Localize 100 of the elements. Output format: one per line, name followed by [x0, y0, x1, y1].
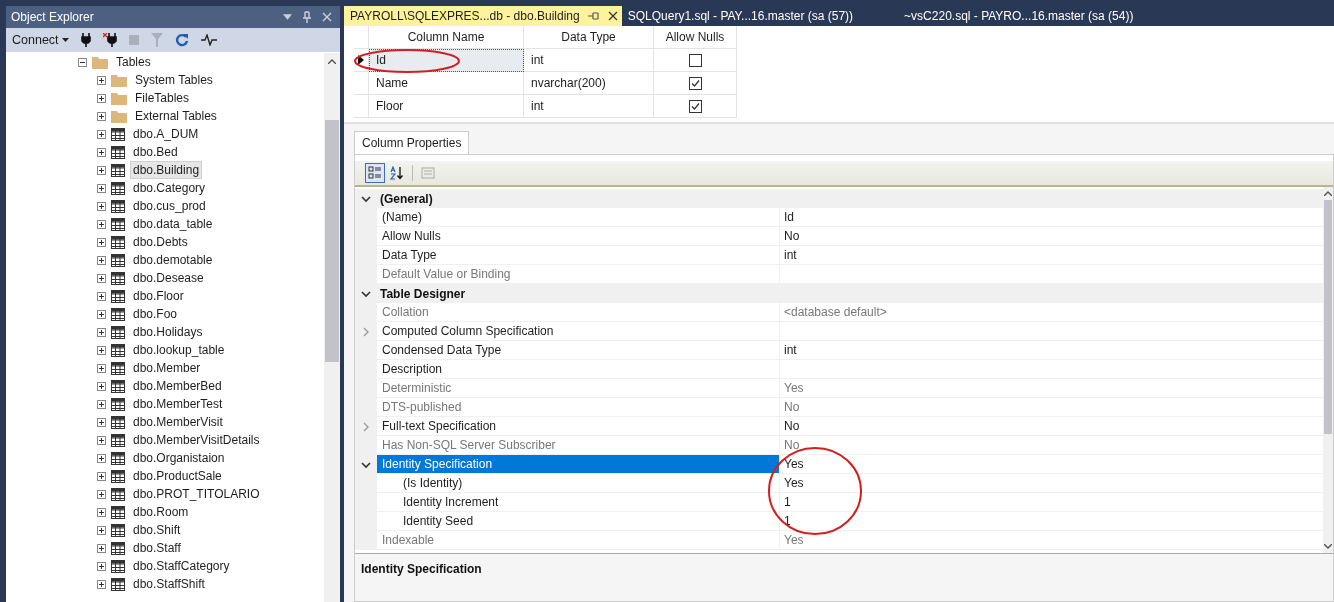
- table-cell[interactable]: int: [524, 95, 654, 118]
- expand-icon[interactable]: [97, 237, 106, 247]
- expand-icon[interactable]: [97, 183, 106, 193]
- property-name[interactable]: Description: [377, 360, 780, 379]
- tree-item[interactable]: System Tables: [132, 71, 216, 89]
- tree-item[interactable]: dbo.Bed: [130, 143, 181, 161]
- scroll-up-icon[interactable]: [1324, 191, 1332, 196]
- expand-icon[interactable]: [97, 219, 106, 229]
- chevron-down-icon[interactable]: [361, 193, 371, 204]
- tree-item[interactable]: dbo.Debts: [130, 233, 191, 251]
- expand-icon[interactable]: [97, 165, 106, 175]
- tree-item[interactable]: dbo.Foo: [130, 305, 181, 323]
- property-name[interactable]: (Is Identity): [377, 474, 780, 493]
- expand-icon[interactable]: [97, 345, 106, 355]
- expand-icon[interactable]: [97, 489, 106, 499]
- expand-icon[interactable]: [97, 543, 106, 553]
- dropdown-icon[interactable]: [283, 14, 292, 20]
- expand-icon[interactable]: [97, 435, 106, 445]
- tree-item[interactable]: dbo.MemberVisitDetails: [130, 431, 263, 449]
- column-properties-tab[interactable]: Column Properties: [354, 131, 470, 154]
- connect-button[interactable]: Connect: [12, 33, 69, 47]
- document-tab[interactable]: SQLQuery1.sql - PAY...16.master (sa (57)): [621, 6, 860, 26]
- expand-icon[interactable]: [97, 417, 106, 427]
- tree-item[interactable]: dbo.demotable: [130, 251, 216, 269]
- document-tab[interactable]: ~vsC220.sql - PAYRO...16.master (sa (54)): [859, 6, 1140, 26]
- property-name[interactable]: Allow Nulls: [377, 227, 780, 246]
- tree-item[interactable]: dbo.PROT_TITOLARIO: [130, 485, 263, 503]
- tree-item[interactable]: dbo.MemberBed: [130, 377, 225, 395]
- close-icon[interactable]: [607, 11, 618, 21]
- expand-icon[interactable]: [97, 561, 106, 571]
- pin-icon[interactable]: [587, 11, 600, 21]
- plug-icon[interactable]: [80, 33, 91, 47]
- expand-icon[interactable]: [97, 291, 106, 301]
- expand-icon[interactable]: [97, 471, 106, 481]
- collapse-icon[interactable]: [78, 57, 87, 67]
- scroll-up-icon[interactable]: [328, 59, 336, 64]
- expand-icon[interactable]: [97, 255, 106, 265]
- column-header[interactable]: Data Type: [524, 26, 654, 49]
- refresh-icon[interactable]: [174, 33, 189, 47]
- expand-icon[interactable]: [97, 381, 106, 391]
- tree-item[interactable]: dbo.Member: [130, 359, 204, 377]
- expand-icon[interactable]: [97, 111, 106, 121]
- tree-item[interactable]: dbo.Organistaion: [130, 449, 228, 467]
- expand-icon[interactable]: [97, 201, 106, 211]
- tree-item[interactable]: dbo.Building: [130, 161, 203, 179]
- expand-icon[interactable]: [97, 129, 106, 139]
- tree-item[interactable]: External Tables: [132, 107, 220, 125]
- property-name[interactable]: (Name): [377, 208, 780, 227]
- tree-item[interactable]: Tables: [113, 53, 154, 71]
- tree-item[interactable]: dbo.cus_prod: [130, 197, 209, 215]
- pulse-icon[interactable]: [200, 34, 217, 46]
- expand-icon[interactable]: [97, 147, 106, 157]
- table-cell[interactable]: nvarchar(200): [524, 72, 654, 95]
- checkbox[interactable]: [688, 99, 702, 113]
- table-cell[interactable]: int: [524, 49, 654, 72]
- expand-icon[interactable]: [97, 525, 106, 535]
- table-cell[interactable]: Name: [369, 72, 524, 95]
- caret-icon[interactable]: [61, 38, 69, 42]
- expand-icon[interactable]: [97, 399, 106, 409]
- scroll-down-icon[interactable]: [1324, 544, 1332, 549]
- tree-item[interactable]: dbo.Staff: [130, 539, 184, 557]
- chevron-down-icon[interactable]: [361, 288, 371, 299]
- expand-icon[interactable]: [97, 507, 106, 517]
- categorized-button[interactable]: [365, 163, 385, 183]
- expand-icon[interactable]: [97, 75, 106, 85]
- tree-item[interactable]: dbo.Desease: [130, 269, 207, 287]
- property-name[interactable]: Identity Seed: [377, 512, 780, 531]
- scrollbar[interactable]: [324, 53, 340, 602]
- tree-item[interactable]: dbo.Category: [130, 179, 209, 197]
- property-name[interactable]: Full-text Specification: [377, 417, 780, 436]
- tree-item[interactable]: dbo.Holidays: [130, 323, 206, 341]
- tree-item[interactable]: dbo.MemberTest: [130, 395, 226, 413]
- scrollbar[interactable]: [1323, 187, 1333, 553]
- expand-icon[interactable]: [97, 327, 106, 337]
- tree-item[interactable]: dbo.StaffShift: [130, 575, 208, 593]
- expand-icon[interactable]: [97, 93, 106, 103]
- tree-item[interactable]: dbo.data_table: [130, 215, 216, 233]
- disconnect-icon[interactable]: [102, 33, 117, 47]
- tree-item[interactable]: dbo.lookup_table: [130, 341, 228, 359]
- column-header[interactable]: Allow Nulls: [654, 26, 737, 49]
- table-cell[interactable]: Id: [369, 49, 524, 72]
- tree-item[interactable]: dbo.Room: [130, 503, 192, 521]
- expand-icon[interactable]: [97, 453, 106, 463]
- expand-icon[interactable]: [97, 309, 106, 319]
- checkbox[interactable]: [688, 76, 702, 90]
- property-name[interactable]: Data Type: [377, 246, 780, 265]
- tree-item[interactable]: dbo.StaffCategory: [130, 557, 233, 575]
- tree-item[interactable]: dbo.A_DUM: [130, 125, 202, 143]
- expand-icon[interactable]: [97, 579, 106, 589]
- tree-item[interactable]: FileTables: [132, 89, 193, 107]
- tree-item[interactable]: dbo.Floor: [130, 287, 187, 305]
- property-name[interactable]: Computed Column Specification: [377, 322, 780, 341]
- expand-icon[interactable]: [97, 363, 106, 373]
- tree-item[interactable]: dbo.ProductSale: [130, 467, 225, 485]
- property-name[interactable]: Identity Increment: [377, 493, 780, 512]
- table-cell[interactable]: Floor: [369, 95, 524, 118]
- checkbox[interactable]: [688, 53, 702, 67]
- property-name[interactable]: Condensed Data Type: [377, 341, 780, 360]
- tree-item[interactable]: dbo.MemberVisit: [130, 413, 226, 431]
- expand-icon[interactable]: [97, 273, 106, 283]
